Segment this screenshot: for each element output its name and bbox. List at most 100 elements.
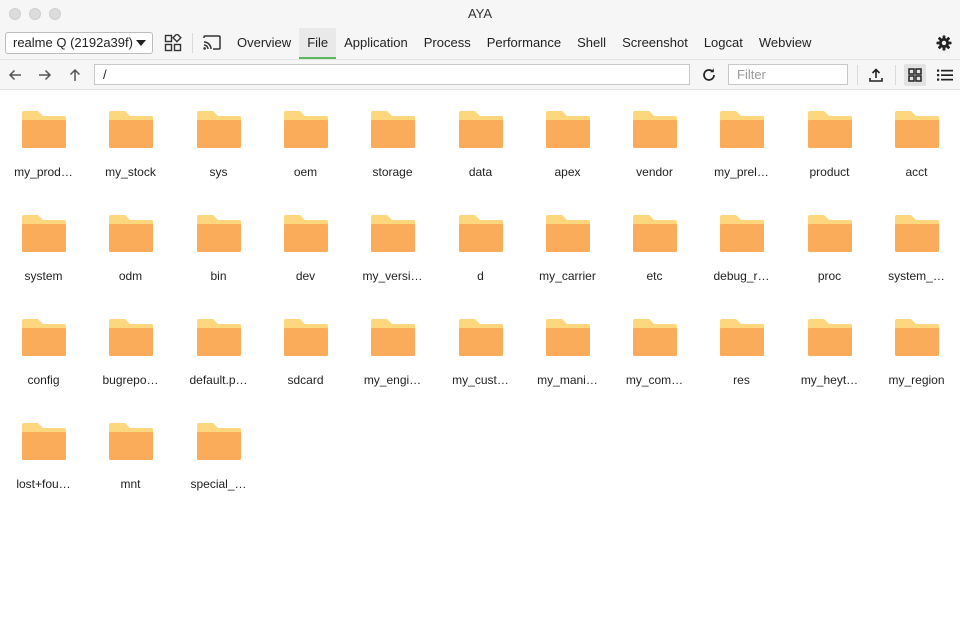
file-item-label: mnt: [120, 477, 141, 491]
gear-icon[interactable]: [935, 34, 953, 52]
grid-view-icon[interactable]: [904, 64, 926, 86]
file-item-label: my_stock: [105, 165, 156, 179]
file-item[interactable]: d: [437, 195, 524, 299]
file-item-label: sys: [209, 165, 228, 179]
file-item[interactable]: mnt: [87, 403, 174, 507]
tab-application[interactable]: Application: [336, 28, 416, 59]
folder-icon: [718, 109, 766, 149]
file-item[interactable]: etc: [611, 195, 698, 299]
device-select[interactable]: realme Q (2192a39f): [5, 32, 153, 54]
file-item[interactable]: proc: [786, 195, 873, 299]
path-bar: / Filter: [0, 60, 960, 90]
file-item[interactable]: debug_r…: [698, 195, 785, 299]
folder-icon: [544, 317, 592, 357]
file-item-label: dev: [295, 269, 316, 283]
folder-icon: [282, 317, 330, 357]
filter-input[interactable]: Filter: [728, 64, 848, 85]
folder-icon: [631, 317, 679, 357]
file-item-label: my_engi…: [363, 373, 422, 387]
tab-shell[interactable]: Shell: [569, 28, 614, 59]
folder-icon: [806, 109, 854, 149]
file-item[interactable]: system_…: [873, 195, 960, 299]
folder-icon: [282, 109, 330, 149]
tab-logcat[interactable]: Logcat: [696, 28, 751, 59]
folder-icon: [369, 109, 417, 149]
file-item-label: my_prod…: [14, 165, 73, 179]
up-arrow-icon[interactable]: [66, 66, 84, 84]
file-item[interactable]: acct: [873, 91, 960, 195]
folder-icon: [107, 213, 155, 253]
upload-icon[interactable]: [867, 66, 885, 84]
file-item-label: my_cust…: [452, 373, 509, 387]
file-item-label: lost+fou…: [16, 477, 71, 491]
file-item[interactable]: res: [698, 299, 785, 403]
file-item[interactable]: product: [786, 91, 873, 195]
file-item[interactable]: apex: [524, 91, 611, 195]
list-view-icon[interactable]: [934, 64, 956, 86]
folder-icon: [20, 213, 68, 253]
file-item[interactable]: system: [0, 195, 87, 299]
forward-arrow-icon[interactable]: [36, 66, 54, 84]
file-item[interactable]: my_mani…: [524, 299, 611, 403]
folder-icon: [457, 109, 505, 149]
file-item[interactable]: my_com…: [611, 299, 698, 403]
folder-icon: [806, 213, 854, 253]
file-item-label: special_…: [190, 477, 247, 491]
file-item[interactable]: my_stock: [87, 91, 174, 195]
file-item-label: system_…: [888, 269, 945, 283]
folder-icon: [806, 317, 854, 357]
file-item[interactable]: my_heyt…: [786, 299, 873, 403]
file-item-label: default.p…: [189, 373, 248, 387]
file-item[interactable]: my_region: [873, 299, 960, 403]
file-item[interactable]: my_cust…: [437, 299, 524, 403]
folder-icon: [195, 213, 243, 253]
file-item[interactable]: my_carrier: [524, 195, 611, 299]
folder-icon: [107, 421, 155, 461]
file-item-label: apex: [554, 165, 581, 179]
file-item[interactable]: oem: [262, 91, 349, 195]
cast-icon[interactable]: [201, 33, 223, 53]
file-item[interactable]: bin: [175, 195, 262, 299]
folder-icon: [20, 317, 68, 357]
widgets-icon[interactable]: [163, 33, 183, 53]
file-item[interactable]: my_engi…: [349, 299, 436, 403]
folder-icon: [544, 109, 592, 149]
file-item-label: my_carrier: [539, 269, 596, 283]
file-item[interactable]: my_versi…: [349, 195, 436, 299]
file-item[interactable]: config: [0, 299, 87, 403]
file-item[interactable]: my_prel…: [698, 91, 785, 195]
refresh-icon[interactable]: [700, 66, 718, 84]
tab-file[interactable]: File: [299, 28, 337, 59]
file-item[interactable]: my_prod…: [0, 91, 87, 195]
file-item[interactable]: data: [437, 91, 524, 195]
file-item[interactable]: special_…: [175, 403, 262, 507]
tab-process[interactable]: Process: [416, 28, 479, 59]
file-item[interactable]: sdcard: [262, 299, 349, 403]
tab-overview[interactable]: Overview: [229, 28, 299, 59]
file-item-label: my_com…: [625, 373, 684, 387]
folder-icon: [369, 213, 417, 253]
pathbar-divider: [857, 65, 858, 85]
folder-icon: [195, 109, 243, 149]
folder-icon: [718, 317, 766, 357]
file-item[interactable]: odm: [87, 195, 174, 299]
file-item-label: data: [468, 165, 493, 179]
folder-icon: [718, 213, 766, 253]
file-item-label: bin: [210, 269, 227, 283]
file-item[interactable]: lost+fou…: [0, 403, 87, 507]
path-input[interactable]: /: [94, 64, 690, 85]
file-item[interactable]: sys: [175, 91, 262, 195]
file-item[interactable]: bugrepo…: [87, 299, 174, 403]
file-item[interactable]: storage: [349, 91, 436, 195]
file-item[interactable]: default.p…: [175, 299, 262, 403]
file-item[interactable]: vendor: [611, 91, 698, 195]
file-item-label: config: [27, 373, 60, 387]
file-item-label: my_prel…: [714, 165, 769, 179]
folder-icon: [631, 213, 679, 253]
tab-screenshot[interactable]: Screenshot: [614, 28, 696, 59]
back-arrow-icon[interactable]: [6, 66, 24, 84]
tab-performance[interactable]: Performance: [479, 28, 569, 59]
folder-icon: [107, 317, 155, 357]
tab-webview[interactable]: Webview: [751, 28, 820, 59]
file-item[interactable]: dev: [262, 195, 349, 299]
